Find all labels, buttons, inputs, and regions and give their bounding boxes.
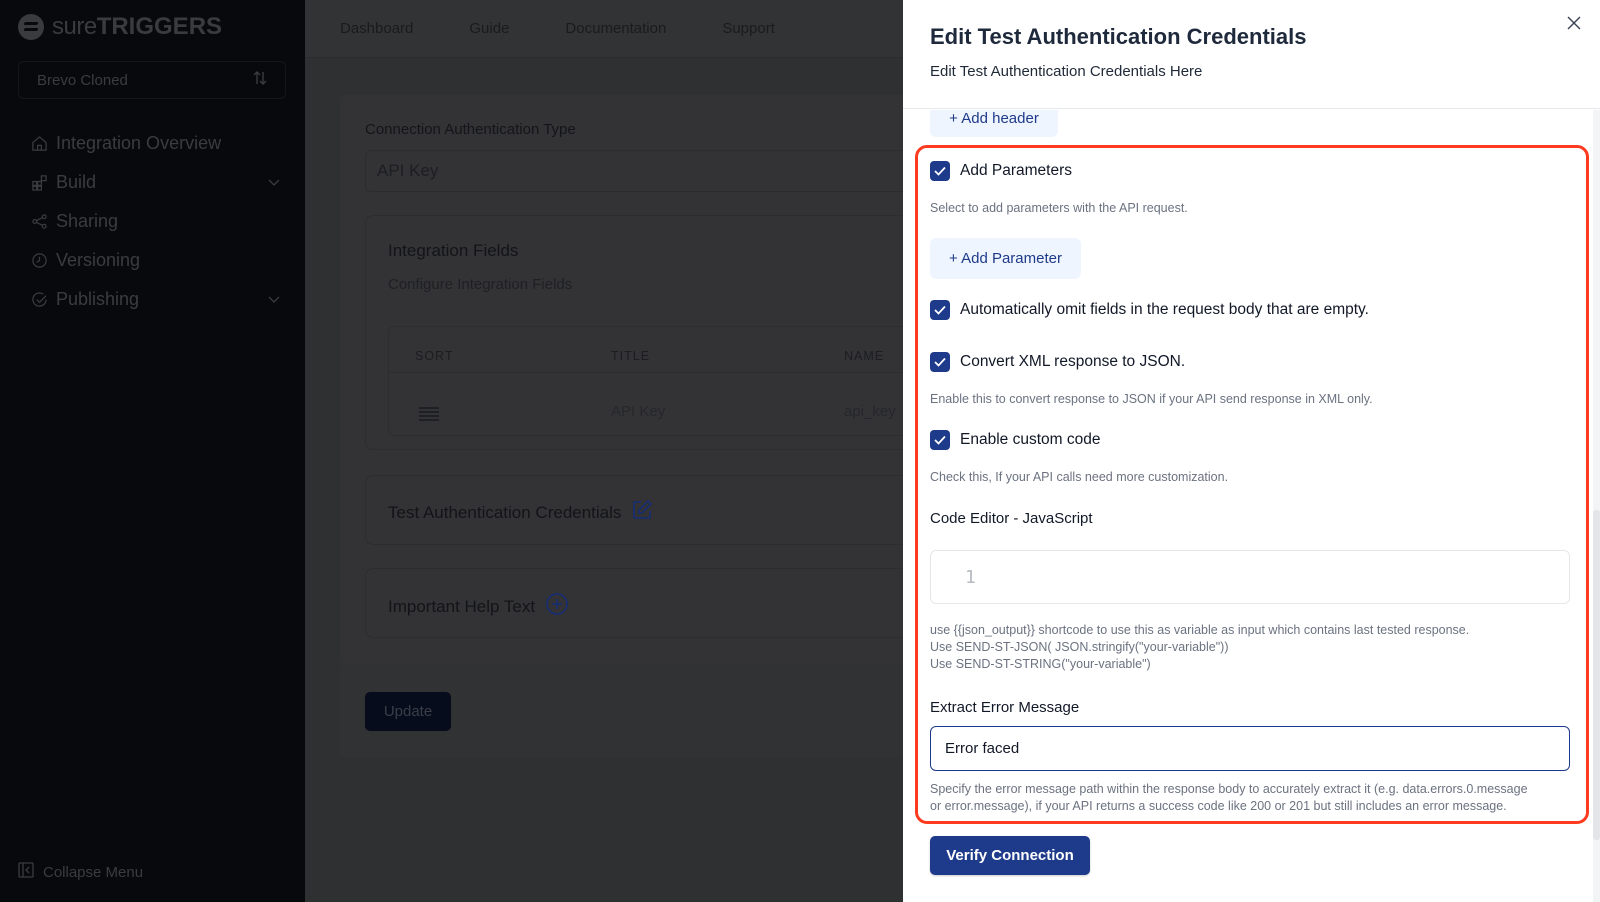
sidebar: sureTRIGGERS Brevo Cloned Integration Ov… [0, 0, 305, 902]
sidebar-item-build[interactable]: Build [30, 163, 280, 202]
code-help-line: use {{json_output}} shortcode to use thi… [930, 623, 1470, 637]
code-editor[interactable]: 1 [930, 550, 1570, 604]
sidebar-item-label: Integration Overview [56, 133, 222, 153]
drawer-header: Edit Test Authentication Credentials Edi… [903, 0, 1600, 109]
add-parameters-help: Select to add parameters with the API re… [930, 201, 1188, 215]
integration-fields-table: SORT TITLE NAME API Key api_key [388, 326, 948, 436]
sort-arrows-icon [253, 70, 267, 90]
drawer-subtitle: Edit Test Authentication Credentials Her… [930, 63, 1203, 80]
custom-code-help: Check this, If your API calls need more … [930, 470, 1229, 484]
extract-error-help-line: Specify the error message path within th… [930, 782, 1528, 796]
sidebar-item-integration-overview[interactable]: Integration Overview [30, 124, 280, 163]
custom-code-checkbox-row[interactable]: Enable custom code [930, 430, 1100, 450]
workspace-name: Brevo Cloned [37, 71, 128, 89]
collapse-menu-button[interactable]: Collapse Menu [18, 862, 143, 882]
convert-xml-checkbox-row[interactable]: Convert XML response to JSON. [930, 352, 1185, 372]
logo-text: sureTRIGGERS [52, 13, 222, 41]
extract-error-help: Specify the error message path within th… [930, 781, 1528, 815]
extract-error-help-line: or error.message), if your API returns a… [930, 799, 1507, 813]
sidebar-item-publishing[interactable]: Publishing [30, 280, 280, 319]
code-editor-help: use {{json_output}} shortcode to use thi… [930, 622, 1469, 673]
drawer-title: Edit Test Authentication Credentials [930, 24, 1307, 49]
integration-fields-subtitle: Configure Integration Fields [388, 276, 573, 293]
integration-fields-panel: Integration Fields Configure Integration… [365, 215, 948, 450]
collapse-menu-label: Collapse Menu [43, 863, 144, 881]
chevron-down-icon[interactable] [268, 176, 280, 190]
close-icon[interactable] [1563, 12, 1585, 34]
add-parameters-label: Add Parameters [960, 162, 1072, 179]
sidebar-nav: Integration Overview Build Sharing Versi… [30, 124, 280, 319]
chevron-down-icon[interactable] [268, 293, 280, 307]
app-logo: sureTRIGGERS [18, 13, 222, 41]
column-header-title: TITLE [611, 349, 651, 363]
extract-error-input[interactable] [930, 726, 1570, 771]
blocks-icon [30, 174, 48, 192]
main-content: Dashboard Guide Documentation Support Co… [305, 0, 948, 902]
extract-error-label: Extract Error Message [930, 699, 1080, 716]
column-header-name: NAME [844, 349, 885, 363]
add-circle-icon[interactable] [545, 592, 569, 621]
code-help-line: Use SEND-ST-STRING("your-variable") [930, 657, 1151, 671]
workspace-switcher[interactable]: Brevo Cloned [18, 61, 286, 99]
add-parameter-button[interactable]: + Add Parameter [930, 238, 1081, 279]
help-text-title: Important Help Text [388, 596, 536, 616]
topnav-link-guide[interactable]: Guide [469, 20, 509, 37]
verify-connection-button[interactable]: Verify Connection [930, 836, 1090, 875]
check-circle-icon [30, 291, 48, 309]
table-cell-name: api_key [844, 403, 896, 420]
code-editor-label: Code Editor - JavaScript [930, 510, 1093, 527]
update-button[interactable]: Update [365, 692, 451, 731]
collapse-icon [18, 862, 34, 882]
auth-type-select[interactable]: API Key [365, 150, 925, 192]
logo-text-light: sure [52, 13, 97, 40]
edit-credentials-drawer: Edit Test Authentication Credentials Edi… [903, 0, 1600, 902]
logo-text-bold: TRIGGERS [96, 13, 223, 40]
test-auth-title: Test Authentication Credentials [388, 502, 622, 522]
test-auth-panel: Test Authentication Credentials [365, 475, 925, 545]
column-header-sort: SORT [415, 349, 454, 363]
checkbox-checked[interactable] [930, 161, 950, 181]
checkbox-checked[interactable] [930, 352, 950, 372]
custom-code-label: Enable custom code [960, 431, 1101, 448]
convert-xml-help: Enable this to convert response to JSON … [930, 392, 1373, 406]
table-cell-title: API Key [611, 403, 666, 420]
logo-icon [18, 14, 44, 40]
code-help-line: Use SEND-ST-JSON( JSON.stringify("your-v… [930, 640, 1229, 654]
clock-icon [30, 252, 48, 270]
sidebar-item-sharing[interactable]: Sharing [30, 202, 280, 241]
add-parameters-checkbox-row[interactable]: Add Parameters [930, 161, 1072, 181]
sidebar-item-label: Publishing [56, 289, 140, 309]
share-icon [30, 213, 48, 231]
auth-type-label: Connection Authentication Type [365, 121, 576, 138]
integration-fields-title: Integration Fields [388, 241, 519, 260]
sidebar-item-label: Versioning [56, 250, 141, 270]
omit-empty-label: Automatically omit fields in the request… [960, 301, 1369, 318]
edit-icon[interactable] [631, 499, 653, 526]
table-divider [389, 372, 947, 373]
sidebar-item-label: Build [56, 172, 97, 192]
help-text-panel: Important Help Text [365, 568, 925, 638]
convert-xml-label: Convert XML response to JSON. [960, 353, 1186, 370]
checkbox-checked[interactable] [930, 300, 950, 320]
home-icon [30, 135, 48, 153]
scrollbar-thumb[interactable] [1593, 510, 1600, 840]
omit-empty-checkbox-row[interactable]: Automatically omit fields in the request… [930, 300, 1369, 320]
drag-handle-icon[interactable] [419, 407, 439, 421]
topnav-link-support[interactable]: Support [722, 20, 775, 37]
line-number: 1 [965, 566, 976, 588]
checkbox-checked[interactable] [930, 430, 950, 450]
top-navigation: Dashboard Guide Documentation Support [305, 0, 903, 58]
sidebar-item-versioning[interactable]: Versioning [30, 241, 280, 280]
sidebar-item-label: Sharing [56, 211, 119, 231]
drawer-scrollbar[interactable] [1593, 110, 1600, 902]
topnav-link-dashboard[interactable]: Dashboard [340, 20, 413, 37]
topnav-link-documentation[interactable]: Documentation [565, 20, 666, 37]
